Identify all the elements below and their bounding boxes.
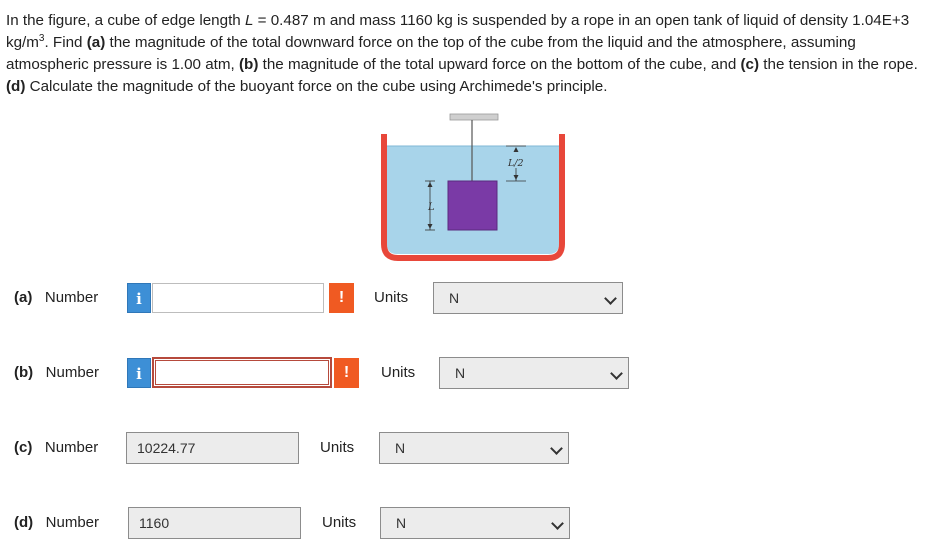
- warning-icon-glyph: !: [338, 289, 345, 306]
- row-b-part: (b): [14, 364, 34, 381]
- unit-c-select[interactable]: N: [379, 432, 569, 464]
- row-d-number-label: Number: [45, 514, 100, 531]
- row-a-label: (a) Number: [14, 289, 98, 306]
- problem-text: Calculate the magnitude of the buoyant f…: [25, 78, 608, 95]
- problem-statement: In the figure, a cube of edge length L =…: [6, 10, 931, 98]
- problem-text: In the figure, a cube of edge length: [6, 12, 245, 29]
- units-b-label: Units: [381, 364, 416, 381]
- problem-text: . Find: [44, 34, 87, 51]
- chevron-down-icon: [604, 292, 617, 305]
- label-half-L: L/2: [507, 158, 524, 169]
- unit-c-value: N: [395, 440, 406, 456]
- warning-icon: !: [329, 283, 354, 313]
- row-d-label: (d) Number: [14, 514, 99, 531]
- row-c-number-label: Number: [44, 439, 99, 456]
- problem-part-b: (b): [238, 56, 259, 73]
- cube: [447, 180, 498, 231]
- row-a-part: (a): [14, 289, 33, 306]
- info-icon-glyph: i: [136, 290, 142, 308]
- ceiling-support: [449, 113, 499, 121]
- units-a-label: Units: [374, 289, 409, 306]
- row-c-label: (c) Number: [14, 439, 98, 456]
- unit-b-select[interactable]: N: [439, 357, 629, 389]
- problem-part-d: (d): [6, 78, 26, 95]
- unit-a-value: N: [449, 290, 460, 306]
- chevron-down-icon: [610, 367, 623, 380]
- warning-icon-glyph: !: [343, 364, 350, 381]
- unit-b-value: N: [455, 365, 466, 381]
- problem-part-c: (c): [740, 56, 760, 73]
- unit-d-select[interactable]: N: [380, 507, 570, 539]
- unit-d-value: N: [396, 515, 407, 531]
- problem-text: the tension in the rope.: [759, 56, 918, 73]
- answer-d-input[interactable]: [128, 507, 301, 539]
- info-icon[interactable]: i: [127, 358, 151, 388]
- row-d-part: (d): [14, 514, 34, 531]
- label-L: L: [427, 202, 435, 213]
- answer-a-input[interactable]: [152, 283, 324, 313]
- answer-c-input[interactable]: [126, 432, 299, 464]
- units-c-label: Units: [320, 439, 355, 456]
- row-c-part: (c): [14, 439, 33, 456]
- unit-a-select[interactable]: N: [433, 282, 623, 314]
- row-b-number-label: Number: [45, 364, 100, 381]
- tank-diagram: L L/2: [381, 113, 565, 261]
- units-d-label: Units: [322, 514, 357, 531]
- warning-icon: !: [334, 358, 359, 388]
- chevron-down-icon: [551, 517, 564, 530]
- info-icon[interactable]: i: [127, 283, 151, 313]
- problem-part-a: (a): [86, 34, 106, 51]
- chevron-down-icon: [550, 442, 563, 455]
- row-a-number-label: Number: [44, 289, 99, 306]
- info-icon-glyph: i: [136, 365, 142, 383]
- tank-figure: L L/2: [375, 108, 575, 263]
- answer-b-input[interactable]: [152, 357, 332, 388]
- problem-text: the magnitude of the total upward force …: [258, 56, 741, 73]
- row-b-label: (b) Number: [14, 364, 99, 381]
